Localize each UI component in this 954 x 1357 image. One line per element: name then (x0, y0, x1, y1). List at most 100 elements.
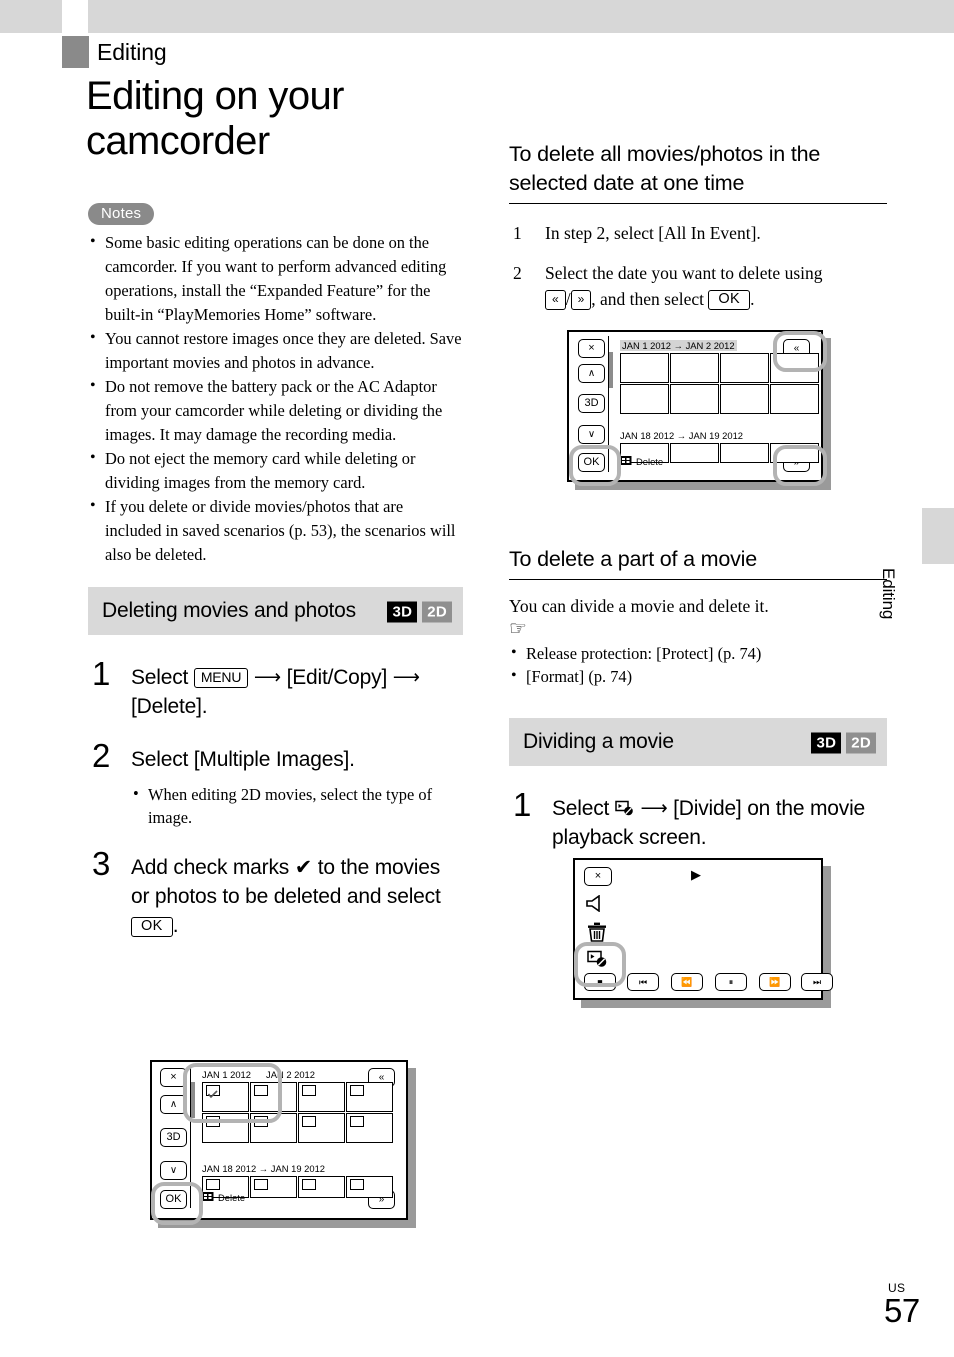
section-header-deleting: Deleting movies and photos 3D 2D (88, 587, 463, 635)
mode-3d-button[interactable]: 3D (160, 1128, 187, 1147)
step-substep: When editing 2D movies, select the type … (131, 782, 463, 829)
numbered-step-1: 1 In step 2, select [All In Event]. (509, 220, 887, 246)
scroll-down-button[interactable]: ∨ (578, 425, 605, 444)
notes-block: Notes Some basic editing operations can … (88, 203, 463, 567)
speaker-icon[interactable] (586, 895, 608, 912)
date-label-1[interactable]: JAN 1 2012 → JAN 2 2012 (620, 340, 737, 351)
rewind-button[interactable]: ⏪ (671, 973, 703, 991)
step-text-mid: [Edit/Copy] (286, 666, 388, 689)
highlight-page-up (773, 331, 827, 372)
step-number: 1 (92, 655, 111, 692)
numbered-step-2: 2 Select the date you want to delete usi… (509, 260, 887, 312)
checkbox[interactable] (350, 1085, 364, 1096)
left-column: Notes Some basic editing operations can … (88, 203, 463, 940)
checkbox[interactable] (302, 1085, 316, 1096)
step-text-before: Add check marks ✔ to the movies or photo… (131, 856, 441, 908)
chapter-label: Editing (97, 39, 167, 65)
page-title: Editing on your camcorder (86, 74, 344, 163)
highlight-page-down (773, 445, 827, 486)
next-button[interactable]: ⏭ (801, 973, 833, 991)
close-button[interactable]: × (578, 339, 605, 358)
arrow-icon: ⟶ (253, 667, 281, 688)
badge-3d: 3D (387, 601, 418, 623)
badge-2d: 2D (422, 601, 452, 623)
delete-part-body: You can divide a movie and delete it. (509, 596, 769, 616)
step-number: 2 (513, 263, 522, 283)
status-text: Delete (636, 456, 664, 467)
scroll-down-button[interactable]: ∨ (160, 1161, 187, 1180)
highlight-thumbnail-area (183, 1063, 282, 1123)
checkbox[interactable] (206, 1179, 220, 1190)
thumbnail[interactable] (770, 384, 819, 414)
manual-page: Editing Editing on your camcorder Notes … (0, 0, 954, 1357)
menu-keycap[interactable]: MENU (193, 668, 249, 688)
step-text: Select [Multiple Images]. (131, 748, 355, 771)
thumbnail[interactable] (670, 384, 719, 414)
thumbnail[interactable] (670, 353, 719, 383)
step-text-before: Select (552, 797, 610, 820)
page-number: 57 (884, 1292, 920, 1329)
step-text-mid: , and then select (591, 289, 704, 309)
highlight-divide-button (574, 942, 626, 987)
checkbox[interactable] (302, 1179, 316, 1190)
step-text: Select ⟶ [Divide] on the movie playback … (552, 794, 887, 852)
page-up-keycap[interactable]: « (545, 290, 566, 310)
list-item: Release protection: [Protect] (p. 74) (509, 641, 887, 665)
step-text-after: [Delete]. (131, 695, 208, 718)
delete-part-block: To delete a part of a movie You can divi… (509, 545, 887, 688)
badge-3d: 3D (811, 732, 842, 754)
top-bar-gap (62, 0, 88, 33)
list-item: Do not eject the memory card while delet… (88, 446, 463, 495)
checkbox[interactable] (254, 1179, 268, 1190)
top-gray-bar (0, 0, 954, 33)
side-tab-label: Editing (879, 568, 898, 620)
play-indicator-icon: ▶ (691, 867, 701, 882)
step-text: Add check marks ✔ to the movies or photo… (131, 853, 463, 940)
mode-3d-button[interactable]: 3D (578, 394, 605, 413)
thumbnail[interactable] (720, 443, 769, 463)
pause-button[interactable]: ⏸ (715, 973, 747, 991)
scroll-up-button[interactable]: ∧ (578, 364, 605, 383)
delete-status-icon (620, 456, 632, 465)
thumbnail[interactable] (620, 353, 669, 383)
section-header-dividing: Dividing a movie 3D 2D (509, 718, 887, 766)
step-3: 3 Add check marks ✔ to the movies or pho… (88, 847, 463, 940)
arrow-icon: ⟶ (640, 798, 668, 819)
step-text-before: Select the date you want to delete using (545, 263, 823, 283)
step-number: 1 (513, 223, 522, 243)
screen-playback: × ▶ ■ ⏮ ⏪ ⏸ ⏩ ⏭ (573, 858, 835, 1010)
notes-list: Some basic editing operations can be don… (88, 230, 463, 567)
badge-2d: 2D (846, 732, 876, 754)
pointing-hand-icon: ☞ (509, 618, 527, 640)
list-item: Do not remove the battery pack or the AC… (88, 374, 463, 447)
thumbnail[interactable] (620, 384, 669, 414)
subheading-delete-all: To delete all movies/photos in the selec… (509, 140, 887, 204)
notes-badge: Notes (88, 203, 155, 225)
ok-keycap[interactable]: OK (131, 917, 173, 937)
date-label-3: JAN 18 2012 → JAN 19 2012 (202, 1163, 325, 1174)
thumbnail[interactable] (670, 443, 719, 463)
chapter-marker-square (62, 36, 89, 68)
previous-button[interactable]: ⏮ (627, 973, 659, 991)
format-badges: 3D 2D (811, 728, 876, 757)
step-number: 3 (92, 845, 111, 882)
thumbnail[interactable] (720, 353, 769, 383)
side-tab-block (922, 508, 954, 564)
scroll-thumb[interactable] (609, 352, 613, 388)
page-down-keycap[interactable]: » (570, 290, 592, 310)
highlight-ok-button (151, 1182, 203, 1225)
forward-button[interactable]: ⏩ (759, 973, 791, 991)
subheading-delete-part: To delete a part of a movie (509, 545, 887, 580)
section-title: Deleting movies and photos (102, 599, 356, 622)
ok-keycap[interactable]: OK (708, 290, 751, 310)
list-item: You cannot restore images once they are … (88, 326, 463, 375)
checkbox[interactable] (350, 1116, 364, 1127)
checkbox[interactable] (302, 1116, 316, 1127)
trash-icon[interactable] (587, 922, 607, 942)
close-button[interactable]: × (584, 867, 612, 886)
step-1: 1 Select MENU ⟶ [Edit/Copy] ⟶ [Delete]. (88, 657, 463, 721)
step-number: 1 (513, 786, 532, 823)
thumbnail[interactable] (720, 384, 769, 414)
checkbox[interactable] (350, 1179, 364, 1190)
status-text: Delete (218, 1192, 246, 1203)
